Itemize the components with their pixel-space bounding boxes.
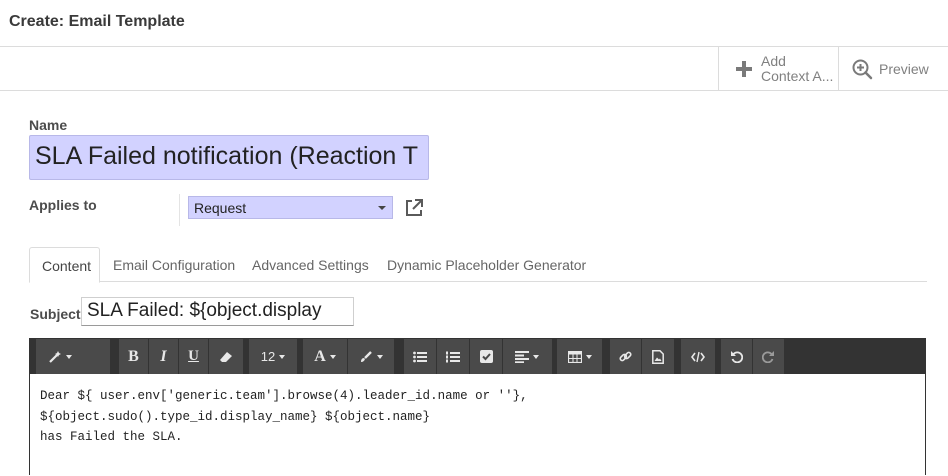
tab-email-configuration[interactable]: Email Configuration	[113, 247, 235, 282]
chevron-down-icon	[279, 354, 286, 359]
code-view-icon	[691, 351, 705, 362]
field-divider	[179, 194, 180, 226]
italic-button[interactable]: I	[149, 339, 178, 374]
editor-line: Dear ${ user.env['generic.team'].browse(…	[40, 389, 528, 403]
checklist-icon	[479, 350, 493, 363]
unordered-list-button[interactable]	[404, 339, 436, 374]
align-dropdown-button[interactable]	[503, 339, 551, 374]
button-box: Add Context A... Preview	[0, 47, 948, 91]
subject-input[interactable]: SLA Failed: ${object.display	[81, 297, 354, 326]
ordered-list-icon	[446, 351, 460, 362]
editor-line: ${object.sudo().type_id.display_name} ${…	[40, 409, 431, 424]
add-context-label: Add Context A...	[761, 52, 834, 84]
paint-brush-icon	[361, 350, 372, 362]
chevron-down-icon	[533, 354, 539, 359]
image-button[interactable]	[642, 339, 674, 374]
ordered-list-button[interactable]	[437, 339, 469, 374]
font-size-value: 12	[260, 349, 276, 364]
subject-label: Subject	[30, 306, 81, 322]
name-label: Name	[29, 117, 68, 133]
image-icon	[652, 349, 664, 364]
font-size-dropdown[interactable]: 12	[249, 339, 297, 374]
code-view-button[interactable]	[681, 339, 715, 374]
link-icon	[619, 351, 632, 362]
tab-dynamic-placeholder-generator[interactable]: Dynamic Placeholder Generator	[387, 247, 586, 282]
add-context-label-line2: Context A...	[761, 67, 834, 84]
toolbar-group-paragraph	[404, 339, 552, 374]
applies-to-select[interactable]: Request	[188, 196, 393, 219]
redo-button[interactable]	[753, 339, 784, 374]
tab-content[interactable]: Content	[29, 247, 100, 283]
style-dropdown-button[interactable]	[36, 339, 84, 374]
font-color-icon: A	[314, 347, 326, 365]
preview-label: Preview	[879, 60, 929, 77]
table-dropdown-button[interactable]	[557, 339, 602, 374]
link-button[interactable]	[610, 339, 641, 374]
external-link-icon[interactable]	[403, 197, 425, 219]
preview-button[interactable]: Preview	[838, 47, 948, 90]
toolbar-group-view	[681, 339, 715, 374]
magic-wand-icon	[49, 350, 61, 363]
toolbar-group-font: B I U	[119, 339, 243, 374]
toolbar-group-color: A	[303, 339, 394, 374]
chevron-down-icon	[377, 354, 383, 359]
chevron-down-icon	[378, 206, 386, 210]
toolbar-group-insert	[610, 339, 674, 374]
toolbar-group-history	[721, 339, 784, 374]
name-input[interactable]: SLA Failed notification (Reaction T	[29, 135, 429, 180]
plus-icon	[736, 60, 752, 77]
html-editor: B I U 12 A Dear ${user.env['generic.tea…	[29, 338, 926, 475]
add-context-action-button[interactable]: Add Context A...	[718, 47, 838, 90]
bold-button[interactable]: B	[119, 339, 148, 374]
zoom-in-icon	[852, 59, 873, 79]
title-bar: Create: Email Template	[0, 0, 948, 47]
eraser-icon	[219, 351, 232, 362]
font-color-button[interactable]: A	[303, 339, 347, 374]
background-color-button[interactable]	[348, 339, 394, 374]
undo-icon	[731, 351, 743, 363]
clear-format-button[interactable]	[209, 339, 242, 374]
notebook-tabs: Content Email Configuration Advanced Set…	[29, 247, 927, 283]
toolbar-group-style	[36, 339, 110, 374]
redo-icon	[762, 351, 774, 363]
align-icon	[515, 350, 529, 363]
editor-line: has Failed the SLA.	[40, 430, 183, 444]
checklist-button[interactable]	[470, 339, 502, 374]
chevron-down-icon	[66, 354, 72, 359]
table-icon	[567, 350, 582, 363]
chevron-down-icon	[329, 354, 336, 359]
toolbar-group-table	[557, 339, 602, 374]
page-title: Create: Email Template	[9, 13, 185, 30]
unordered-list-icon	[413, 351, 427, 362]
editor-toolbar: B I U 12 A	[30, 339, 925, 374]
underline-button[interactable]: U	[179, 339, 208, 374]
applies-to-value: Request	[194, 200, 247, 216]
toolbar-group-fontsize: 12	[249, 339, 297, 374]
undo-button[interactable]	[721, 339, 752, 374]
add-context-label-line1: Add	[761, 52, 786, 69]
chevron-down-icon	[585, 354, 592, 359]
editor-body[interactable]: Dear ${ user.env['generic.team'].browse(…	[30, 374, 925, 476]
applies-to-label: Applies to	[29, 197, 97, 213]
tab-advanced-settings[interactable]: Advanced Settings	[252, 247, 369, 282]
